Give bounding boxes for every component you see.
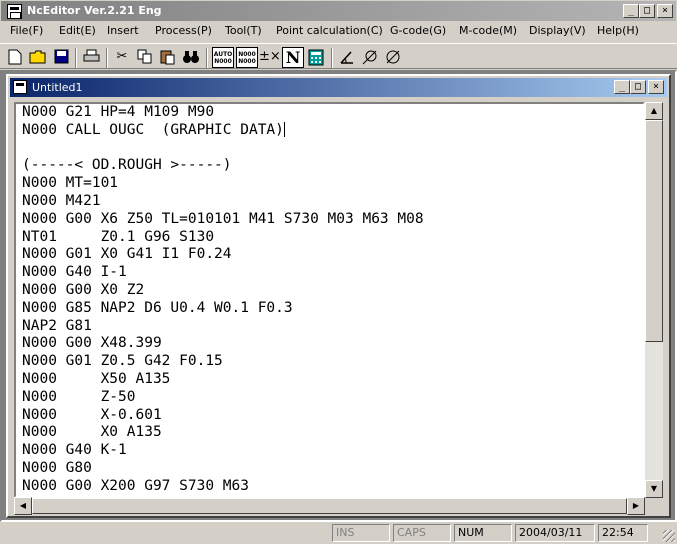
menu-insert[interactable]: Insert	[103, 24, 143, 37]
menu-file[interactable]: File(F)	[6, 24, 47, 37]
resize-grip[interactable]	[663, 530, 675, 542]
status-ins: INS	[332, 524, 390, 542]
angle-icon[interactable]	[336, 47, 358, 68]
menu-edit[interactable]: Edit(E)	[55, 24, 100, 37]
document-icon[interactable]	[13, 80, 27, 94]
code-line: N000 MT=101	[22, 175, 119, 192]
code-line: N000 G01 Z0.5 G42 F0.15	[22, 353, 223, 370]
status-date: 2004/03/11	[515, 524, 595, 542]
code-line: NT01 Z0.1 G96 S130	[22, 228, 215, 245]
horizontal-scroll-thumb[interactable]	[32, 498, 627, 514]
print-icon[interactable]	[80, 47, 102, 68]
close-button[interactable]: ×	[657, 4, 673, 18]
code-line: N000 M421	[22, 192, 101, 209]
vertical-scrollbar[interactable]: ▲ ▼	[645, 102, 663, 498]
code-editor[interactable]: N000 G21 HP=4 M109 M90 N000 CALL OUGC (GR…	[14, 102, 645, 498]
code-line: N000 X-0.601	[22, 406, 162, 423]
doc-maximize-button[interactable]: □	[630, 80, 646, 94]
menu-m-code[interactable]: M-code(M)	[455, 24, 521, 37]
toolbar-separator	[206, 48, 208, 68]
code-line: N000 Z-50	[22, 388, 136, 405]
scroll-up-button[interactable]: ▲	[645, 102, 663, 120]
doc-close-button[interactable]: ×	[648, 80, 664, 94]
toolbar-separator	[331, 48, 333, 68]
code-line: N000 G85 NAP2 D6 U0.4 W0.1 F0.3	[22, 299, 293, 316]
status-caps: CAPS	[393, 524, 451, 542]
status-num: NUM	[454, 524, 512, 542]
code-line: NAP2 G81	[22, 317, 92, 334]
code-line: N000 X50 A135	[22, 370, 171, 387]
renumber-icon[interactable]: N000 N000	[236, 47, 258, 68]
code-line: N000 G00 X48.399	[22, 335, 162, 352]
code-line: N000 G40 I-1	[22, 264, 127, 281]
code-line: N000 CALL OUGC (GRAPHIC DATA)	[22, 121, 285, 138]
find-binoculars-icon[interactable]	[180, 47, 202, 68]
cut-scissors-icon[interactable]: ✂	[111, 47, 133, 68]
code-line: N000 G21 HP=4 M109 M90	[22, 104, 215, 120]
vertical-scroll-thumb[interactable]	[645, 120, 663, 342]
copy-icon[interactable]	[134, 47, 156, 68]
circle-intersection-icon[interactable]	[382, 47, 404, 68]
code-text: N000 G21 HP=4 M109 M90 N000 CALL OUGC (GR…	[22, 104, 424, 496]
status-bar: INS CAPS NUM 2004/03/11 22:54	[0, 522, 677, 544]
code-line: N000 G00 X200 G97 S730 M63	[22, 477, 249, 494]
code-line: N000 G00 X6 Z50 TL=010101 M41 S730 M03 M…	[22, 210, 424, 227]
menu-g-code[interactable]: G-code(G)	[386, 24, 450, 37]
calculator-operators-icon[interactable]: ±×÷	[259, 47, 292, 68]
menu-process[interactable]: Process(P)	[151, 24, 216, 37]
toolbar: ✂ AUTO N000 N000 N000 ±×÷ N	[0, 43, 677, 69]
maximize-button[interactable]: □	[639, 4, 655, 18]
minimize-button[interactable]: _	[623, 4, 639, 18]
toolbar-separator	[106, 48, 108, 68]
menu-bar: File(F) Edit(E) Insert Process(P) Tool(T…	[0, 22, 677, 41]
save-disk-icon[interactable]	[50, 47, 72, 68]
app-title: NcEditor Ver.2.21 Eng	[27, 4, 162, 17]
text-caret	[283, 121, 285, 137]
code-line: N000 G01 X0 G41 I1 F0.24	[22, 246, 232, 263]
code-line: N000 G00 X0 Z2	[22, 281, 145, 298]
open-folder-icon[interactable]	[27, 47, 49, 68]
document-window: Untitled1 _ □ × N000 G21 HP=4 M109 M90 N0…	[6, 74, 671, 518]
n-number-icon[interactable]: N	[282, 47, 304, 68]
calculator-icon[interactable]	[305, 47, 327, 68]
toolbar-separator	[75, 48, 77, 68]
app-title-bar: NcEditor Ver.2.21 Eng _ □ ×	[0, 0, 677, 22]
menu-tool[interactable]: Tool(T)	[221, 24, 266, 37]
menu-display[interactable]: Display(V)	[525, 24, 590, 37]
doc-minimize-button[interactable]: _	[614, 80, 630, 94]
app-icon[interactable]	[7, 4, 22, 19]
menu-help[interactable]: Help(H)	[593, 24, 643, 37]
menu-point-calculation[interactable]: Point calculation(C)	[272, 24, 387, 37]
paste-icon[interactable]	[157, 47, 179, 68]
code-line: N000 G80	[22, 459, 92, 476]
auto-number-icon[interactable]: AUTO N000	[212, 47, 234, 68]
horizontal-scrollbar[interactable]: ◀ ▶	[14, 497, 645, 515]
document-title-bar: Untitled1 _ □ ×	[10, 78, 667, 97]
code-line: N000 X0 A135	[22, 424, 162, 441]
scroll-down-button[interactable]: ▼	[645, 480, 663, 498]
code-line: (-----< OD.ROUGH >-----)	[22, 157, 232, 174]
document-title: Untitled1	[32, 81, 83, 94]
status-time: 22:54	[598, 524, 648, 542]
scroll-left-button[interactable]: ◀	[14, 497, 32, 515]
code-line: N000 G40 K-1	[22, 442, 127, 459]
new-file-icon[interactable]	[4, 47, 26, 68]
scroll-right-button[interactable]: ▶	[627, 497, 645, 515]
tangent-circle-icon[interactable]	[359, 47, 381, 68]
